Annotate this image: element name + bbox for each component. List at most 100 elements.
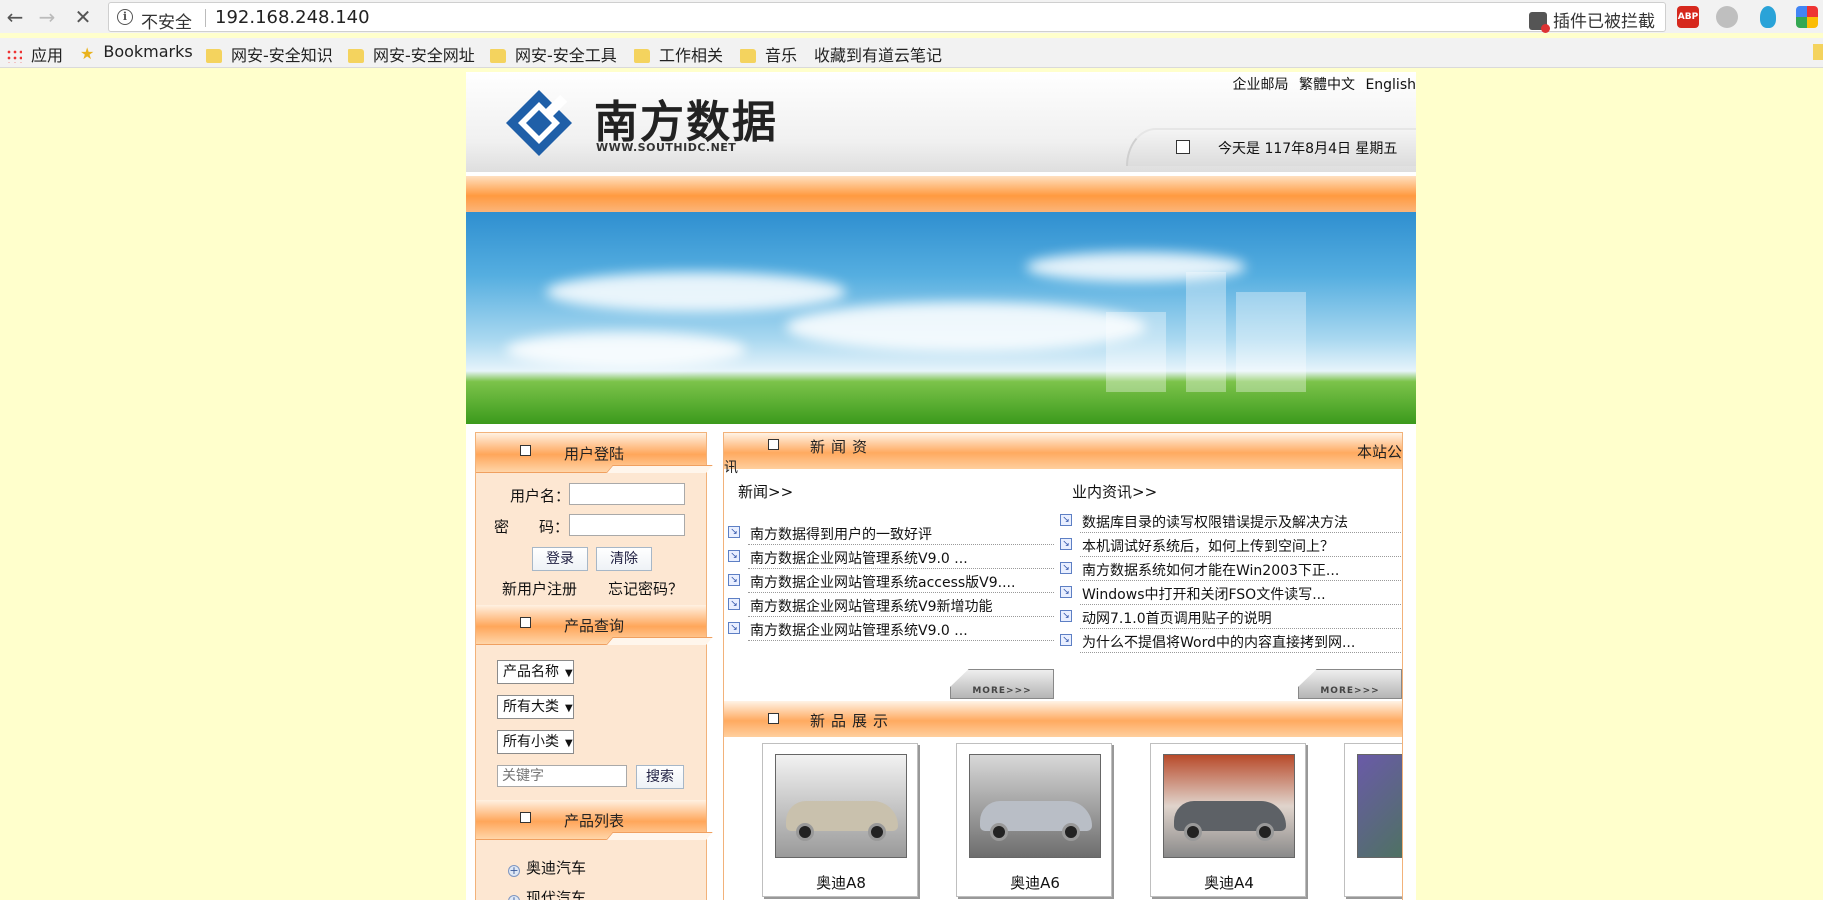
- news-item-text: 南方数据企业网站管理系统access版V9....: [750, 575, 1016, 591]
- plist-item-hyundai[interactable]: + 现代汽车: [508, 887, 586, 900]
- keyword-input[interactable]: [497, 765, 627, 787]
- bookmark-folder-sites[interactable]: 网安-安全网址: [348, 42, 475, 66]
- doc-icon: [768, 439, 779, 450]
- link-english[interactable]: English: [1365, 77, 1416, 93]
- news-item[interactable]: ↘ 南方数据得到用户的一致好评: [728, 521, 1054, 545]
- bookmark-folder-knowledge[interactable]: 网安-安全知识: [206, 42, 333, 66]
- clear-button[interactable]: 清除: [596, 547, 652, 571]
- globe-extension-icon[interactable]: [1716, 6, 1738, 28]
- product-card[interactable]: 奥迪A6: [956, 743, 1112, 897]
- bookmark-label: Bookmarks: [103, 42, 193, 61]
- password-input[interactable]: [569, 514, 685, 536]
- bulb-extension-icon[interactable]: [1760, 6, 1776, 28]
- forward-button[interactable]: →: [34, 4, 60, 30]
- puzzle-icon: [1529, 12, 1550, 33]
- news-item[interactable]: ↘ 南方数据企业网站管理系统V9.0 ...: [728, 545, 1054, 569]
- news-item[interactable]: ↘ 南方数据企业网站管理系统V9新增功能: [728, 593, 1054, 617]
- other-bookmarks-folder-icon[interactable]: [1813, 44, 1823, 60]
- announcement-marquee[interactable]: 本站公: [1357, 441, 1402, 462]
- address-bar: ← → ✕ i 不安全 192.168.248.140 插件已被拦截 ABP: [0, 0, 1823, 33]
- industry-item-text: 动网7.1.0首页调用贴子的说明: [1082, 611, 1272, 627]
- industry-more-button[interactable]: MORE>>>: [1298, 669, 1402, 699]
- dropdown-arrow-icon: ▼: [565, 703, 573, 714]
- arrow-icon: ↘: [1060, 610, 1072, 622]
- login-button[interactable]: 登录: [532, 547, 588, 571]
- star-icon: ★: [80, 44, 95, 63]
- product-card[interactable]: 三维: [1344, 743, 1402, 897]
- product-card[interactable]: 奥迪A4: [1150, 743, 1306, 897]
- register-link[interactable]: 新用户注册: [502, 578, 577, 599]
- arrow-icon: ↘: [728, 598, 740, 610]
- product-name: 奥迪A6: [1010, 874, 1060, 892]
- news-list: ↘ 南方数据得到用户的一致好评 ↘ 南方数据企业网站管理系统V9.0 ... ↘ 南方…: [724, 521, 1054, 641]
- arrow-icon: ↘: [1060, 538, 1072, 550]
- url-text[interactable]: 192.168.248.140: [215, 7, 370, 28]
- product-name: 奥迪A8: [816, 874, 866, 892]
- news-item[interactable]: ↘ 南方数据企业网站管理系统access版V9....: [728, 569, 1054, 593]
- bookmark-folder-tools[interactable]: 网安-安全工具: [490, 42, 617, 66]
- wheel-icon: [1184, 823, 1202, 841]
- product-card[interactable]: 奥迪A8: [762, 743, 918, 897]
- bookmark-label: 网安-安全网址: [373, 46, 475, 65]
- select-value: 所有小类: [503, 734, 559, 750]
- industry-item[interactable]: ↘ 动网7.1.0首页调用贴子的说明: [1060, 605, 1401, 629]
- date-text: 今天是 117年8月4日 星期五: [1218, 141, 1398, 157]
- stop-button[interactable]: ✕: [70, 4, 96, 30]
- news-item[interactable]: ↘ 南方数据企业网站管理系统V9.0 ...: [728, 617, 1054, 641]
- top-links: 企业邮局 繁體中文 English: [1227, 74, 1416, 94]
- username-label: 用户名：: [510, 487, 571, 505]
- major-category-select[interactable]: 所有大类 ▼: [497, 695, 574, 719]
- product-image: [969, 754, 1101, 858]
- industry-heading[interactable]: 业内资讯>>: [1072, 481, 1157, 502]
- site-header: 南方数据 WWW.SOUTHIDC.NET 企业邮局 繁體中文 English …: [466, 72, 1416, 172]
- industry-item-text: 本机调试好系统后，如何上传到空间上？: [1082, 539, 1334, 555]
- dropdown-arrow-icon: ▼: [565, 668, 573, 679]
- plugin-blocked-indicator[interactable]: 插件已被拦截: [1529, 7, 1655, 33]
- forgot-password-link[interactable]: 忘记密码？: [608, 578, 683, 599]
- minor-category-select[interactable]: 所有小类 ▼: [497, 730, 574, 754]
- link-traditional[interactable]: 繁體中文: [1299, 77, 1355, 93]
- insecure-label[interactable]: 不安全: [141, 8, 192, 33]
- folder-icon: [740, 49, 756, 63]
- nav-bar: [466, 176, 1416, 212]
- google-extension-icon[interactable]: [1796, 6, 1818, 28]
- industry-item[interactable]: ↘ 数据库目录的读写权限错误提示及解决方法: [1060, 509, 1401, 533]
- bookmark-folder-work[interactable]: 工作相关: [634, 42, 723, 66]
- bookmark-folder-music[interactable]: 音乐: [740, 42, 797, 66]
- plist-item-audi[interactable]: + 奥迪汽车: [508, 857, 586, 878]
- select-value: 产品名称: [503, 664, 559, 680]
- password-label: 密 码：: [494, 518, 570, 536]
- product-name: 奥迪A4: [1204, 874, 1254, 892]
- arrow-icon: ↘: [1060, 634, 1072, 646]
- industry-item[interactable]: ↘ Windows中打开和关闭FSO文件读写...: [1060, 581, 1401, 605]
- title-tab: [606, 637, 713, 645]
- bookmark-label: 网安-安全知识: [231, 46, 333, 65]
- plus-icon: +: [508, 864, 520, 877]
- folder-icon: [206, 49, 222, 63]
- back-button[interactable]: ←: [2, 4, 28, 30]
- link-mail[interactable]: 企业邮局: [1233, 77, 1289, 93]
- bookmark-bookmarks[interactable]: ★ Bookmarks: [80, 42, 193, 63]
- omnibox[interactable]: i 不安全 192.168.248.140 插件已被拦截: [108, 2, 1666, 33]
- logo-icon: [506, 90, 572, 156]
- industry-item[interactable]: ↘ 南方数据系统如何才能在Win2003下正...: [1060, 557, 1401, 581]
- info-icon[interactable]: i: [117, 9, 133, 25]
- news-more-button[interactable]: MORE>>>: [950, 669, 1054, 699]
- arrow-icon: ↘: [1060, 562, 1072, 574]
- date-strip: 今天是 117年8月4日 星期五: [1126, 128, 1416, 166]
- bookmark-youdao[interactable]: 收藏到有道云笔记: [814, 42, 1292, 129]
- product-name-select[interactable]: 产品名称 ▼: [497, 660, 574, 684]
- industry-item[interactable]: ↘ 本机调试好系统后，如何上传到空间上？: [1060, 533, 1401, 557]
- product-name: 三维: [1345, 872, 1402, 893]
- industry-item-text: Windows中打开和关闭FSO文件读写...: [1082, 587, 1326, 603]
- search-button[interactable]: 搜索: [636, 765, 684, 789]
- industry-item[interactable]: ↘ 为什么不提倡将Word中的内容直接拷到网...: [1060, 629, 1401, 653]
- industry-item-text: 为什么不提倡将Word中的内容直接拷到网...: [1082, 635, 1356, 651]
- news-heading[interactable]: 新闻>>: [738, 481, 793, 502]
- adblock-extension-icon[interactable]: ABP: [1677, 6, 1699, 28]
- arrow-icon: ↘: [1060, 586, 1072, 598]
- bookmark-apps[interactable]: 应用: [6, 42, 63, 66]
- bookmark-label: 工作相关: [659, 46, 724, 65]
- wheel-icon: [990, 823, 1008, 841]
- username-input[interactable]: [569, 483, 685, 505]
